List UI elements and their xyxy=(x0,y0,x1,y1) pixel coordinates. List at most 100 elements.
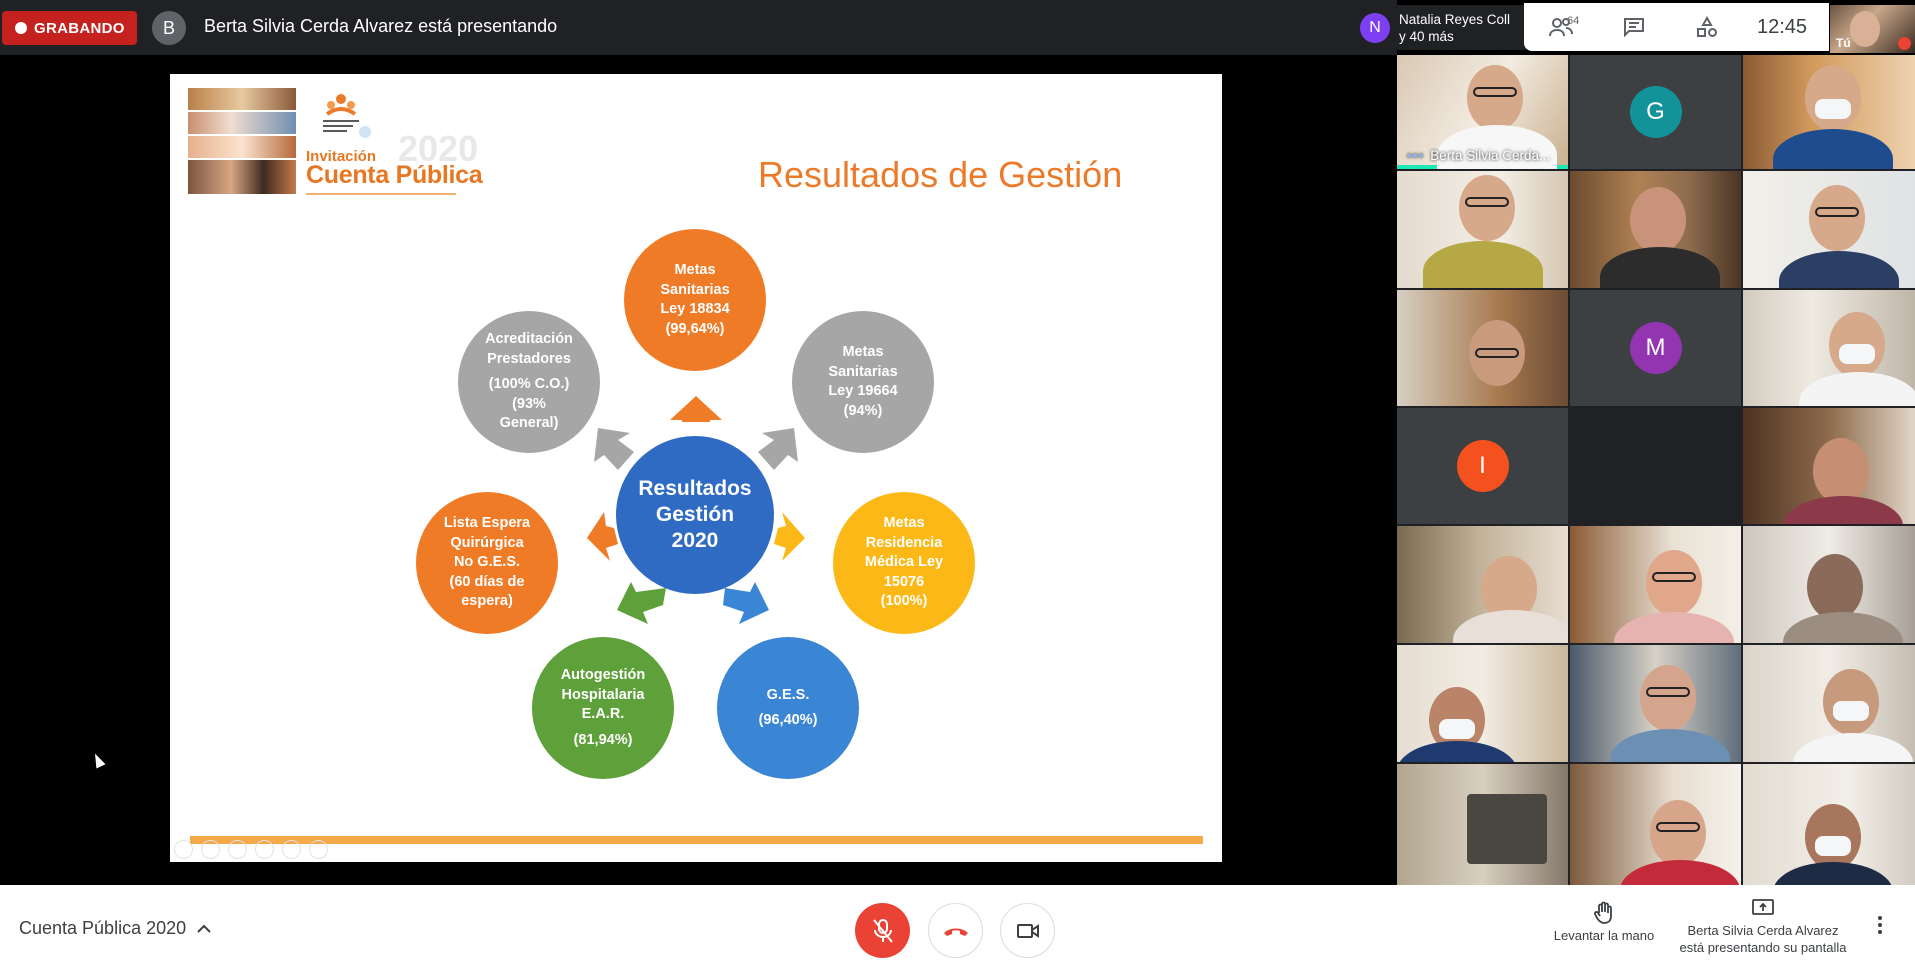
pen-icon[interactable] xyxy=(228,840,247,859)
participant-face xyxy=(1646,550,1702,616)
node-text: (60 días de xyxy=(449,573,525,590)
node-text: Metas xyxy=(842,344,884,360)
node-text: Acreditación xyxy=(485,331,573,348)
kebab-dot xyxy=(1878,930,1882,934)
self-face xyxy=(1850,11,1880,47)
present-screen-icon xyxy=(1752,899,1774,915)
participant-face xyxy=(1809,185,1865,251)
presenting-line-2: está presentando su pantalla xyxy=(1679,940,1847,955)
node-text: (99,64%) xyxy=(665,320,725,337)
monitor-shape xyxy=(1467,794,1547,864)
participant-body xyxy=(1793,733,1913,762)
slide-controls xyxy=(174,840,328,859)
participant-face xyxy=(1650,800,1706,866)
participant-body xyxy=(1610,729,1730,762)
node-metas-18834: Metas Sanitarias Ley 18834 (99,64%) xyxy=(624,229,766,371)
participant-body xyxy=(1423,241,1543,288)
participant-face xyxy=(1467,65,1523,131)
mouse-cursor-icon xyxy=(90,751,106,769)
participant-tile[interactable] xyxy=(1570,526,1741,643)
self-view[interactable]: Tú xyxy=(1830,5,1915,53)
participant-grid: ••• Berta Silvia Cerda... G M I xyxy=(1397,55,1915,885)
glasses xyxy=(1652,572,1696,582)
node-ges: G.E.S. (96,40%) xyxy=(717,637,859,779)
arrow-up-right-icon xyxy=(758,428,798,470)
participant-tile[interactable]: I xyxy=(1397,408,1568,524)
participant-preview[interactable]: N Natalia Reyes Coll y 40 más xyxy=(1356,5,1526,50)
node-metas-19664: Metas Sanitarias Ley 19664 (94%) xyxy=(792,311,934,453)
participant-tile[interactable] xyxy=(1743,645,1915,762)
participant-face xyxy=(1813,438,1869,504)
top-bar: GRABANDO B Berta Silvia Cerda Alvarez es… xyxy=(0,0,1397,55)
participant-face xyxy=(1807,554,1863,620)
participant-tile[interactable] xyxy=(1743,55,1915,169)
speaker-name-tag: ••• Berta Silvia Cerda... xyxy=(1407,148,1550,163)
prev-slide-icon[interactable] xyxy=(174,840,193,859)
participant-name: Natalia Reyes Coll xyxy=(1399,11,1511,27)
chat-button[interactable] xyxy=(1597,3,1670,51)
more-options-button[interactable] xyxy=(1878,916,1884,937)
arrow-down-right-icon xyxy=(723,582,769,624)
participant-body xyxy=(1620,860,1740,885)
leave-call-button[interactable] xyxy=(928,903,983,958)
participant-tile[interactable] xyxy=(1397,645,1568,762)
meeting-details-button[interactable]: Cuenta Pública 2020 xyxy=(19,918,212,939)
participant-tile[interactable]: M xyxy=(1570,290,1741,406)
meeting-info-bar: 64 12:45 xyxy=(1524,3,1829,51)
mic-off-icon xyxy=(872,918,893,943)
face-mask xyxy=(1439,719,1475,739)
participant-tile[interactable] xyxy=(1743,408,1915,524)
participant-tile[interactable] xyxy=(1570,171,1741,288)
hang-up-icon xyxy=(943,928,968,936)
glasses xyxy=(1465,197,1509,207)
presentation-slide: 2020 Invitación Cuenta Pública Resultado… xyxy=(170,74,1222,862)
mic-toggle-button[interactable] xyxy=(855,903,910,958)
camera-toggle-button[interactable] xyxy=(1000,903,1055,958)
raise-hand-button[interactable]: Levantar la mano xyxy=(1546,901,1662,943)
participant-tile[interactable] xyxy=(1743,171,1915,288)
face-mask xyxy=(1839,344,1875,364)
node-text: Prestadores xyxy=(487,350,571,367)
participant-tile[interactable] xyxy=(1397,526,1568,643)
node-text: Metas xyxy=(674,262,716,278)
more-icon[interactable] xyxy=(309,840,328,859)
zoom-icon[interactable] xyxy=(282,840,301,859)
participant-tile[interactable] xyxy=(1743,764,1915,885)
participant-face xyxy=(1630,187,1686,253)
people-button[interactable]: 64 xyxy=(1524,3,1597,51)
participant-tile[interactable] xyxy=(1743,290,1915,406)
people-count: 64 xyxy=(1567,15,1580,27)
node-text: (93% xyxy=(512,395,546,412)
bottom-bar: Cuenta Pública 2020 Levantar la mano Ber… xyxy=(0,885,1915,975)
node-text: (81,94%) xyxy=(573,731,633,748)
recording-badge[interactable]: GRABANDO xyxy=(2,11,137,45)
presenting-status-button[interactable]: Berta Silvia Cerda Alvarez está presenta… xyxy=(1672,898,1854,956)
participant-tile[interactable] xyxy=(1570,764,1741,885)
center-text: Resultados xyxy=(638,477,752,500)
participant-tile[interactable] xyxy=(1397,171,1568,288)
participant-tile[interactable] xyxy=(1743,526,1915,643)
arrow-up-left-icon xyxy=(594,428,634,470)
node-text: Residencia xyxy=(865,534,943,551)
recording-label: GRABANDO xyxy=(34,19,125,37)
participant-tile[interactable] xyxy=(1570,645,1741,762)
glasses xyxy=(1656,822,1700,832)
activities-button[interactable] xyxy=(1670,3,1743,51)
node-text: Sanitarias xyxy=(660,281,730,298)
node-text: Médica Ley xyxy=(864,554,944,571)
participant-tile[interactable]: G xyxy=(1570,55,1741,169)
node-autogestion: Autogestión Hospitalaria E.A.R. (81,94%) xyxy=(532,637,674,779)
speaking-indicator-icon: ••• xyxy=(1407,148,1425,163)
node-text: (96,40%) xyxy=(758,712,818,728)
self-label: Tú xyxy=(1836,36,1851,50)
participant-tile[interactable] xyxy=(1397,764,1568,885)
grid-icon[interactable] xyxy=(255,840,274,859)
chevron-up-icon xyxy=(197,924,211,933)
participant-tile[interactable] xyxy=(1397,290,1568,406)
node-text: Hospitalaria xyxy=(561,686,645,703)
next-slide-icon[interactable] xyxy=(201,840,220,859)
meeting-name: Cuenta Pública 2020 xyxy=(19,918,187,938)
face-mask xyxy=(1815,836,1851,856)
participant-avatar-g: G xyxy=(1629,86,1682,138)
participant-tile[interactable]: ••• Berta Silvia Cerda... xyxy=(1397,55,1568,169)
